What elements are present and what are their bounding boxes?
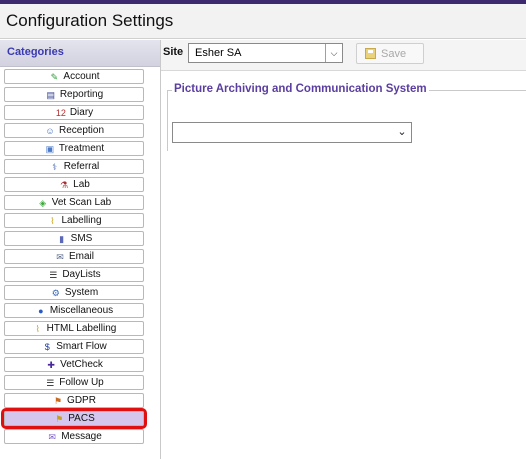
chevron-down-icon[interactable]: ⌵ bbox=[325, 44, 342, 62]
message-icon: ✉ bbox=[48, 431, 56, 442]
labelling-icon: ⌇ bbox=[50, 215, 55, 226]
account-icon: ✎ bbox=[50, 71, 59, 82]
sidebar-item-pacs[interactable]: ⚑ PACS bbox=[1, 408, 147, 429]
sidebar-item-label: Miscellaneous bbox=[49, 305, 114, 316]
sidebar-item-referral[interactable]: ⚕ Referral bbox=[4, 159, 144, 174]
pacs-icon: ⚑ bbox=[55, 413, 64, 424]
diary-icon: 12 bbox=[55, 107, 66, 118]
sidebar-item-gdpr[interactable]: ⚑ GDPR bbox=[4, 393, 144, 408]
pacs-section-title: Picture Archiving and Communication Syst… bbox=[172, 83, 429, 95]
vet-scan-lab-icon: ◈ bbox=[39, 197, 47, 208]
sidebar-item-label: GDPR bbox=[67, 395, 96, 406]
sms-icon: ▮ bbox=[59, 233, 65, 244]
save-button[interactable]: Save bbox=[356, 43, 424, 64]
sidebar-item-account[interactable]: ✎ Account bbox=[4, 69, 144, 84]
sidebar-item-label: Reporting bbox=[59, 89, 104, 100]
site-select[interactable]: Esher SA ⌵ bbox=[188, 43, 343, 63]
sidebar-item-label: Diary bbox=[69, 107, 94, 118]
follow-up-icon: ☰ bbox=[46, 377, 55, 388]
window-title: Configuration Settings bbox=[6, 11, 174, 30]
sidebar-item-label: Labelling bbox=[61, 215, 102, 226]
sidebar-item-label: Email bbox=[68, 251, 94, 262]
sidebar-item-reception[interactable]: ☺ Reception bbox=[4, 123, 144, 138]
site-label: Site bbox=[163, 46, 184, 58]
vetcheck-icon: ✚ bbox=[47, 359, 55, 370]
sidebar-item-label: SMS bbox=[70, 233, 93, 244]
sidebar-item-label: Account bbox=[63, 71, 100, 82]
sidebar-item-label: Message bbox=[61, 431, 102, 442]
sidebar-item-daylists[interactable]: ☰ DayLists bbox=[4, 267, 144, 282]
sidebar-item-vet-scan-lab[interactable]: ◈ Vet Scan Lab bbox=[4, 195, 144, 210]
sidebar-item-label: VetCheck bbox=[60, 359, 103, 370]
reporting-icon: ▤ bbox=[46, 89, 56, 100]
sidebar-item-label: Lab bbox=[73, 179, 90, 190]
categories-header-label: Categories bbox=[7, 46, 64, 58]
sidebar-item-html-labelling[interactable]: ⌇ HTML Labelling bbox=[4, 321, 144, 336]
sidebar-item-miscellaneous[interactable]: ● Miscellaneous bbox=[4, 303, 144, 318]
categories-sidebar: Categories ✎ Account ▤ Reporting 12 Diary ☺ Rec… bbox=[0, 40, 161, 459]
sidebar-item-label: Referral bbox=[63, 161, 100, 172]
sidebar-item-sms[interactable]: ▮ SMS bbox=[4, 231, 144, 246]
sidebar-item-label: PACS bbox=[68, 413, 95, 424]
sidebar-item-label: Treatment bbox=[58, 143, 105, 154]
sidebar-item-system[interactable]: ⚙ System bbox=[4, 285, 144, 300]
sidebar-item-smart-flow[interactable]: $ Smart Flow bbox=[4, 339, 144, 354]
email-icon: ✉ bbox=[56, 251, 64, 262]
save-button-label: Save bbox=[381, 47, 407, 60]
system-icon: ⚙ bbox=[51, 287, 60, 298]
sidebar-item-treatment[interactable]: ▣ Treatment bbox=[4, 141, 144, 156]
daylists-icon: ☰ bbox=[49, 269, 58, 280]
smart-flow-icon: $ bbox=[44, 341, 50, 352]
chevron-down-icon[interactable]: ⌄ bbox=[393, 123, 411, 142]
treatment-icon: ▣ bbox=[45, 143, 55, 154]
floppy-disk-icon bbox=[365, 48, 376, 59]
pacs-select[interactable]: ⌄ bbox=[172, 122, 412, 143]
categories-header: Categories bbox=[0, 40, 160, 67]
miscellaneous-icon: ● bbox=[38, 305, 44, 316]
sidebar-item-label: Vet Scan Lab bbox=[51, 197, 112, 208]
sidebar-item-email[interactable]: ✉ Email bbox=[4, 249, 144, 264]
sidebar-item-label: Reception bbox=[58, 125, 105, 136]
gdpr-icon: ⚑ bbox=[54, 395, 63, 406]
sidebar-item-reporting[interactable]: ▤ Reporting bbox=[4, 87, 144, 102]
sidebar-item-label: HTML Labelling bbox=[46, 323, 117, 334]
sidebar-item-label: System bbox=[64, 287, 99, 298]
site-select-value: Esher SA bbox=[195, 47, 242, 59]
sidebar-item-label: Smart Flow bbox=[56, 341, 107, 352]
sidebar-item-vetcheck[interactable]: ✚ VetCheck bbox=[4, 357, 144, 372]
html-labelling-icon: ⌇ bbox=[35, 323, 40, 334]
sidebar-item-lab[interactable]: ⚗ Lab bbox=[4, 177, 144, 192]
sidebar-item-follow-up[interactable]: ☰ Follow Up bbox=[4, 375, 144, 390]
sidebar-item-label: DayLists bbox=[62, 269, 101, 280]
site-toolbar: Site Esher SA ⌵ Save bbox=[161, 40, 526, 71]
sidebar-item-diary[interactable]: 12 Diary bbox=[4, 105, 144, 120]
sidebar-item-label: Follow Up bbox=[59, 377, 104, 388]
lab-icon: ⚗ bbox=[60, 179, 69, 190]
title-bar: Configuration Settings bbox=[0, 4, 526, 39]
referral-icon: ⚕ bbox=[52, 161, 58, 172]
reception-icon: ☺ bbox=[45, 125, 55, 136]
sidebar-item-message[interactable]: ✉ Message bbox=[4, 429, 144, 444]
sidebar-item-labelling[interactable]: ⌇ Labelling bbox=[4, 213, 144, 228]
